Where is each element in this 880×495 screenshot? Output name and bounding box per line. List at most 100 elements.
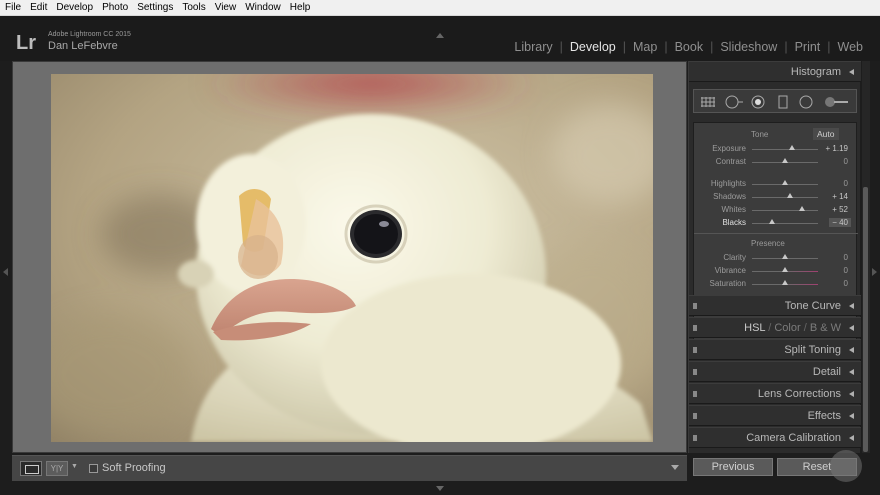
right-panel-scrollbar[interactable] xyxy=(862,61,870,453)
menu-help[interactable]: Help xyxy=(285,0,315,16)
tab-separator: / xyxy=(803,322,807,334)
highlights-value[interactable]: 0 xyxy=(844,179,848,188)
lens-corrections-title: Lens Corrections xyxy=(757,388,841,400)
before-after-button[interactable]: Y|Y xyxy=(46,461,68,476)
adjustment-brush-icon[interactable] xyxy=(824,95,850,109)
blacks-track[interactable] xyxy=(752,223,818,224)
contrast-thumb[interactable] xyxy=(782,158,788,163)
menu-photo[interactable]: Photo xyxy=(97,0,132,16)
blacks-value[interactable]: − 40 xyxy=(829,218,851,227)
spot-removal-icon[interactable] xyxy=(724,95,744,109)
camera-calibration-title: Camera Calibration xyxy=(746,432,841,444)
tab-separator: / xyxy=(768,322,772,334)
toolbar-content-menu-icon[interactable] xyxy=(671,465,679,470)
crop-icon[interactable] xyxy=(700,95,716,109)
module-print[interactable]: Print xyxy=(788,40,828,54)
highlights-thumb[interactable] xyxy=(782,180,788,185)
clarity-slider[interactable]: Clarity 0 xyxy=(694,252,858,264)
histogram-panel-header[interactable]: Histogram xyxy=(689,61,861,82)
soft-proofing-checkbox[interactable] xyxy=(89,464,98,473)
user-name: Dan LeFebvre xyxy=(48,40,118,52)
module-book[interactable]: Book xyxy=(668,40,711,54)
panel-switch-icon[interactable] xyxy=(693,347,697,353)
module-web[interactable]: Web xyxy=(831,40,870,54)
menu-settings[interactable]: Settings xyxy=(132,0,177,16)
collapse-left-panel-icon[interactable] xyxy=(3,268,8,276)
tab-color[interactable]: Color xyxy=(774,322,800,334)
tab-hsl[interactable]: HSL xyxy=(744,322,765,334)
panel-switch-icon[interactable] xyxy=(693,391,697,397)
highlights-slider[interactable]: Highlights 0 xyxy=(694,178,858,190)
menu-file[interactable]: File xyxy=(0,0,25,16)
radial-filter-icon[interactable] xyxy=(799,95,813,109)
clarity-thumb[interactable] xyxy=(782,254,788,259)
shadows-track[interactable] xyxy=(752,197,818,198)
saturation-thumb[interactable] xyxy=(782,280,788,285)
tone-section-label: Tone xyxy=(751,130,769,139)
module-slideshow[interactable]: Slideshow xyxy=(713,40,784,54)
panel-collapse-icon xyxy=(849,435,854,441)
contrast-slider[interactable]: Contrast 0 xyxy=(694,156,858,168)
lightroom-window: File Edit Develop Photo Settings Tools V… xyxy=(0,0,880,495)
soft-proofing-label[interactable]: Soft Proofing xyxy=(102,462,166,474)
camera-calibration-panel-header[interactable]: Camera Calibration xyxy=(689,427,861,448)
menu-tools[interactable]: Tools xyxy=(177,0,209,16)
menu-window[interactable]: Window xyxy=(240,0,285,16)
panel-switch-icon[interactable] xyxy=(693,369,697,375)
menu-edit[interactable]: Edit xyxy=(25,0,51,16)
saturation-value[interactable]: 0 xyxy=(844,279,848,288)
red-eye-icon[interactable] xyxy=(751,95,765,109)
module-library[interactable]: Library xyxy=(507,40,559,54)
shadows-value[interactable]: + 14 xyxy=(832,192,848,201)
auto-tone-button[interactable]: Auto xyxy=(813,128,839,140)
panel-switch-icon[interactable] xyxy=(693,435,697,441)
whites-slider[interactable]: Whites + 52 xyxy=(694,204,858,216)
effects-title: Effects xyxy=(807,410,841,422)
saturation-slider[interactable]: Saturation 0 xyxy=(694,278,858,290)
shadows-thumb[interactable] xyxy=(786,193,793,198)
contrast-value[interactable]: 0 xyxy=(844,157,848,166)
exposure-slider[interactable]: Exposure + 1.19 xyxy=(694,143,858,155)
vibrance-thumb[interactable] xyxy=(782,267,788,272)
vibrance-value[interactable]: 0 xyxy=(844,266,848,275)
hsl-color-bw-tabs: HSL / Color / B & W xyxy=(744,322,841,334)
scrollbar-thumb[interactable] xyxy=(863,187,868,452)
split-toning-panel-header[interactable]: Split Toning xyxy=(689,339,861,360)
menu-view[interactable]: View xyxy=(210,0,241,16)
blacks-thumb[interactable] xyxy=(768,219,775,224)
image-canvas[interactable] xyxy=(12,61,687,453)
tab-bw[interactable]: B & W xyxy=(810,322,841,334)
menu-develop[interactable]: Develop xyxy=(51,0,97,16)
vibrance-slider[interactable]: Vibrance 0 xyxy=(694,265,858,277)
clarity-value[interactable]: 0 xyxy=(844,253,848,262)
module-develop[interactable]: Develop xyxy=(563,40,623,54)
whites-value[interactable]: + 52 xyxy=(832,205,848,214)
previous-button[interactable]: Previous xyxy=(693,458,773,476)
exposure-value[interactable]: + 1.19 xyxy=(826,144,848,153)
blacks-slider[interactable]: Blacks − 40 xyxy=(694,217,858,229)
panel-switch-icon[interactable] xyxy=(693,413,697,419)
whites-thumb[interactable] xyxy=(799,206,806,211)
exposure-track[interactable] xyxy=(752,149,818,150)
exposure-thumb[interactable] xyxy=(788,145,795,150)
shadows-slider[interactable]: Shadows + 14 xyxy=(694,191,858,203)
lightroom-logo: Lr xyxy=(16,32,36,54)
blacks-label: Blacks xyxy=(722,218,746,227)
tone-curve-panel-header[interactable]: Tone Curve xyxy=(689,295,861,316)
panel-switch-icon[interactable] xyxy=(693,325,697,331)
hsl-panel-header[interactable]: HSL / Color / B & W xyxy=(689,317,861,338)
lens-corrections-panel-header[interactable]: Lens Corrections xyxy=(689,383,861,404)
effects-panel-header[interactable]: Effects xyxy=(689,405,861,426)
collapse-right-panel-icon[interactable] xyxy=(872,268,877,276)
whites-track[interactable] xyxy=(752,210,818,211)
photo-chick[interactable] xyxy=(51,74,653,442)
graduated-filter-icon[interactable] xyxy=(778,95,788,109)
detail-panel-header[interactable]: Detail xyxy=(689,361,861,382)
loupe-view-button[interactable] xyxy=(20,461,42,476)
module-map[interactable]: Map xyxy=(626,40,664,54)
panel-switch-icon[interactable] xyxy=(693,303,697,309)
vibrance-label: Vibrance xyxy=(714,266,746,275)
before-after-dropdown-icon[interactable]: ▼ xyxy=(71,463,78,470)
collapse-filmstrip-icon[interactable] xyxy=(436,486,444,491)
collapse-top-panel-icon[interactable] xyxy=(436,33,444,38)
